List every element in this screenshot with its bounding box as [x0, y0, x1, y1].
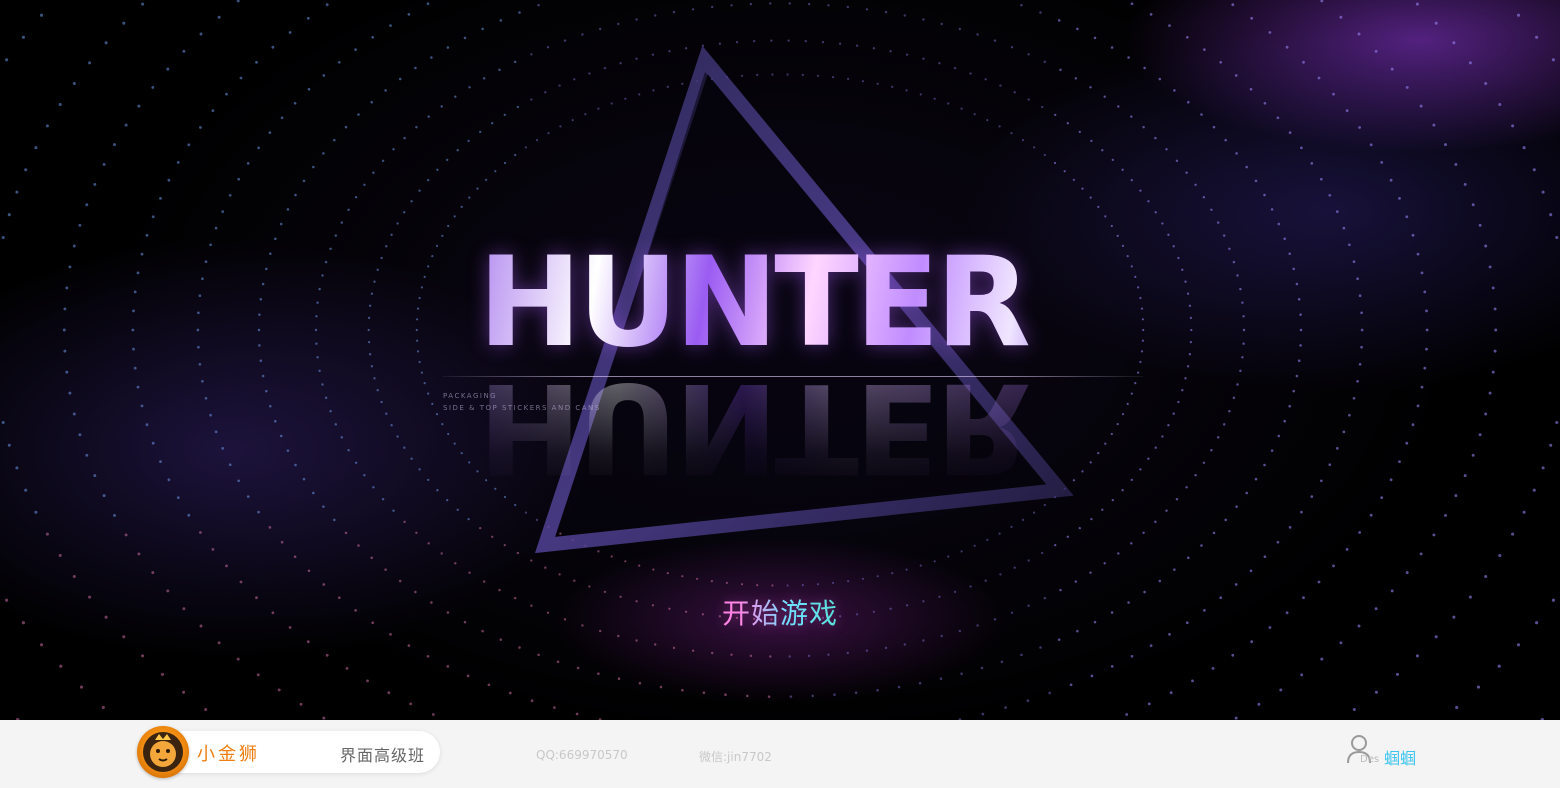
- footer-bar: 小金狮 界面高级班 QQ:669970570 微信:jin7702 Des 蝈蝈: [0, 720, 1560, 788]
- wechat-contact: 微信:jin7702: [699, 750, 772, 764]
- title-reflection: HUNTER: [478, 355, 1078, 499]
- game-start-screen: HUNTER HUNTER PACKAGING SIDE & TOP STICK…: [0, 0, 1560, 720]
- qq-contact: QQ:669970570: [536, 748, 628, 762]
- designer-label: Des: [1360, 754, 1380, 765]
- title-divider: [443, 376, 1143, 377]
- game-title: HUNTER: [478, 238, 1078, 368]
- brand-name: 小金狮: [197, 744, 260, 765]
- start-game-button[interactable]: 开始游戏: [700, 590, 860, 634]
- author-name: 蝈蝈: [1384, 749, 1417, 768]
- tagline-packaging: PACKAGING: [443, 392, 498, 400]
- tagline-stickers: SIDE & TOP STICKERS AND CANS: [443, 404, 601, 412]
- course-name: 界面高级班: [340, 746, 426, 765]
- lion-logo-icon: [137, 726, 189, 778]
